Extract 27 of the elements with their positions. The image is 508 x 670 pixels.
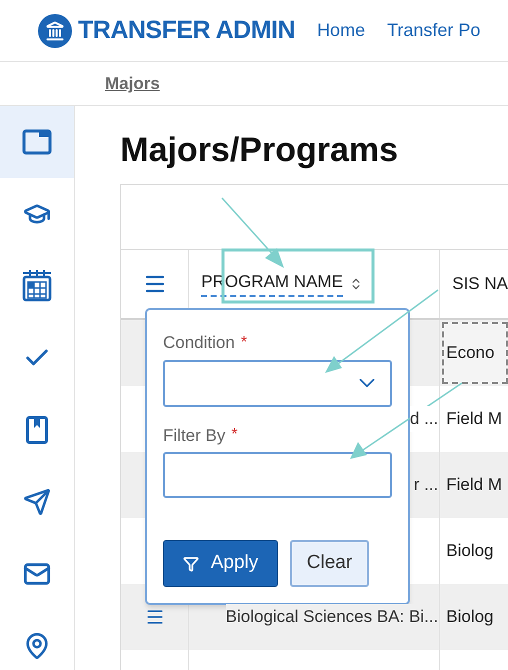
table-cell-text: Field M [446, 474, 502, 496]
app-title: TRANSFER ADMIN [78, 14, 296, 46]
input-field[interactable] [163, 452, 392, 498]
window-icon [22, 129, 52, 155]
field-label: Condition [163, 332, 235, 354]
clear-button[interactable]: Clear [290, 540, 369, 587]
field-label: Filter By [163, 424, 226, 446]
send-icon [23, 488, 52, 516]
calendar-icon [22, 270, 52, 302]
page-title: Majors/Programs [120, 130, 400, 170]
condition-select[interactable] [163, 360, 392, 406]
logo-icon [38, 14, 72, 48]
annotation-arrow [221, 198, 284, 268]
table-cell-text: Field M [446, 408, 502, 430]
required-mark: * [231, 425, 238, 446]
table-cell-text: Biolog [446, 540, 494, 562]
filter-icon [182, 556, 199, 572]
nav-link[interactable]: Transfer Po [387, 17, 480, 44]
table-cell-text: Econo [446, 342, 494, 364]
book-icon [26, 416, 48, 444]
nav-link[interactable]: Home [317, 17, 366, 44]
required-mark: * [240, 332, 248, 353]
table-cell-text: Biolog [446, 606, 494, 628]
sidebar-item[interactable] [0, 106, 74, 178]
apply-button[interactable]: Apply [163, 540, 278, 587]
column-header[interactable]: SIS NA [452, 271, 508, 297]
breadcrumb-link[interactable]: Majors [105, 70, 160, 96]
